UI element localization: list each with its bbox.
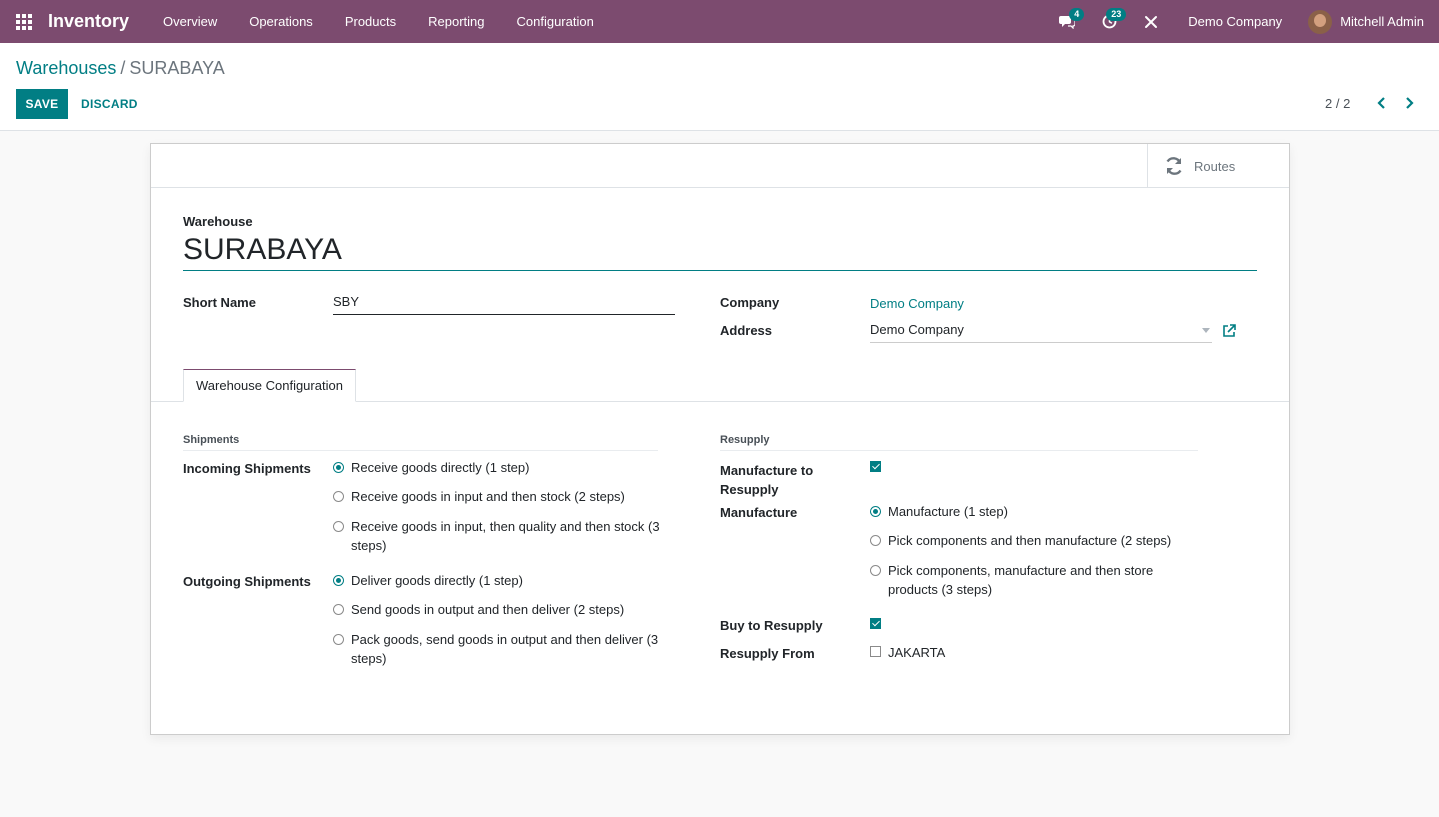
incoming-option-3-label: Receive goods in input, then quality and… — [351, 519, 660, 553]
breadcrumb: Warehouses / SURABAYA — [16, 58, 225, 79]
messages-badge: 4 — [1069, 8, 1085, 21]
outgoing-shipments-label: Outgoing Shipments — [183, 574, 311, 589]
incoming-shipments-label: Incoming Shipments — [183, 461, 311, 476]
breadcrumb-current: SURABAYA — [129, 58, 225, 78]
manufacture-option-3-label: Pick components, manufacture and then st… — [888, 563, 1154, 597]
buy-to-resupply-label: Buy to Resupply — [720, 618, 823, 633]
radio-unselected[interactable] — [333, 634, 344, 645]
pager-next-button[interactable] — [1401, 94, 1417, 112]
manufacture-option-1[interactable]: Manufacture (1 step) — [870, 502, 1200, 521]
incoming-option-1[interactable]: Receive goods directly (1 step) — [333, 458, 663, 477]
short-name-label: Short Name — [183, 295, 256, 310]
company-label: Company — [720, 295, 780, 310]
buy-to-resupply-checkbox[interactable] — [870, 618, 881, 629]
tools-icon — [1145, 15, 1158, 28]
manufacture-label: Manufacture — [720, 505, 798, 520]
radio-unselected[interactable] — [333, 491, 344, 502]
resupply-from-jakarta-label: JAKARTA — [888, 645, 946, 660]
routes-label: Routes — [1194, 158, 1236, 174]
routes-smart-button[interactable]: Routes — [1147, 144, 1289, 188]
breadcrumb-warehouses-link[interactable]: Warehouses — [16, 58, 116, 78]
manufacture-option-1-label: Manufacture (1 step) — [888, 504, 1008, 519]
breadcrumb-separator: / — [120, 58, 126, 78]
radio-unselected[interactable] — [870, 535, 881, 546]
resupply-section-title: Resupply — [720, 434, 1198, 451]
shipments-section-title: Shipments — [183, 434, 658, 451]
manufacture-to-resupply-checkbox[interactable] — [870, 461, 881, 472]
chevron-left-icon — [1377, 97, 1385, 109]
incoming-option-2-label: Receive goods in input and then stock (2… — [351, 489, 625, 504]
messages-button[interactable]: 4 — [1046, 0, 1088, 43]
menu-reporting[interactable]: Reporting — [412, 0, 500, 43]
form-sheet: Routes Warehouse SURABAYA Short Name SBY… — [150, 143, 1290, 735]
pager-value[interactable]: 2 / 2 — [1325, 96, 1350, 111]
pager-previous-button[interactable] — [1374, 94, 1390, 112]
company-switcher[interactable]: Demo Company — [1172, 14, 1308, 29]
refresh-icon — [1166, 157, 1182, 175]
manufacture-option-2-label: Pick components and then manufacture (2 … — [888, 533, 1172, 548]
outgoing-option-1-label: Deliver goods directly (1 step) — [351, 573, 523, 588]
menu-overview[interactable]: Overview — [147, 0, 233, 43]
systray: 4 23 Demo Company Mitchell Admin — [1046, 0, 1439, 43]
address-select[interactable]: Demo Company — [870, 321, 1212, 343]
control-panel: Warehouses / SURABAYA SAVE DISCARD 2 / 2 — [0, 43, 1439, 131]
menu-configuration[interactable]: Configuration — [501, 0, 610, 43]
incoming-option-3[interactable]: Receive goods in input, then quality and… — [333, 517, 663, 555]
manufacture-to-resupply-label: Manufacture to Resupply — [720, 463, 814, 497]
incoming-option-1-label: Receive goods directly (1 step) — [351, 460, 530, 475]
radio-unselected[interactable] — [333, 521, 344, 532]
radio-unselected[interactable] — [333, 604, 344, 615]
chevron-right-icon — [1406, 97, 1414, 109]
tab-warehouse-configuration[interactable]: Warehouse Configuration — [183, 369, 356, 402]
save-button[interactable]: SAVE — [16, 89, 68, 119]
caret-down-icon — [1202, 328, 1210, 333]
address-label: Address — [720, 323, 773, 338]
incoming-option-2[interactable]: Receive goods in input and then stock (2… — [333, 487, 663, 506]
outgoing-option-3[interactable]: Pack goods, send goods in output and the… — [333, 630, 663, 668]
radio-selected[interactable] — [333, 575, 344, 586]
button-box: Routes — [151, 144, 1289, 188]
activities-button[interactable]: 23 — [1088, 0, 1130, 43]
resupply-from-label: Resupply From — [720, 646, 815, 661]
outgoing-option-1[interactable]: Deliver goods directly (1 step) — [333, 571, 663, 590]
app-name[interactable]: Inventory — [48, 11, 129, 32]
warehouse-name-input[interactable]: SURABAYA — [183, 232, 1257, 271]
radio-selected[interactable] — [870, 506, 881, 517]
outgoing-option-3-label: Pack goods, send goods in output and the… — [351, 632, 659, 666]
radio-selected[interactable] — [333, 462, 344, 473]
debug-tools-button[interactable] — [1130, 0, 1172, 43]
address-value: Demo Company — [870, 322, 964, 337]
resupply-from-jakarta-checkbox[interactable] — [870, 646, 881, 657]
top-navbar: Inventory Overview Operations Products R… — [0, 0, 1439, 43]
user-menu[interactable]: Mitchell Admin — [1308, 9, 1439, 34]
warehouse-label: Warehouse — [183, 214, 253, 229]
manufacture-option-3[interactable]: Pick components, manufacture and then st… — [870, 561, 1180, 599]
activities-badge: 23 — [1106, 8, 1127, 21]
external-link-icon — [1223, 324, 1236, 337]
menu-products[interactable]: Products — [329, 0, 412, 43]
short-name-input[interactable]: SBY — [333, 293, 675, 315]
outgoing-option-2-label: Send goods in output and then deliver (2… — [351, 602, 625, 617]
manufacture-option-2[interactable]: Pick components and then manufacture (2 … — [870, 531, 1200, 550]
radio-unselected[interactable] — [870, 565, 881, 576]
company-link[interactable]: Demo Company — [870, 296, 964, 311]
avatar — [1308, 9, 1333, 34]
discard-button[interactable]: DISCARD — [81, 89, 138, 119]
apps-menu-icon[interactable] — [0, 0, 48, 43]
address-external-link-button[interactable] — [1222, 324, 1236, 338]
user-name: Mitchell Admin — [1340, 14, 1424, 29]
outgoing-option-2[interactable]: Send goods in output and then deliver (2… — [333, 600, 663, 619]
menu-operations[interactable]: Operations — [233, 0, 329, 43]
